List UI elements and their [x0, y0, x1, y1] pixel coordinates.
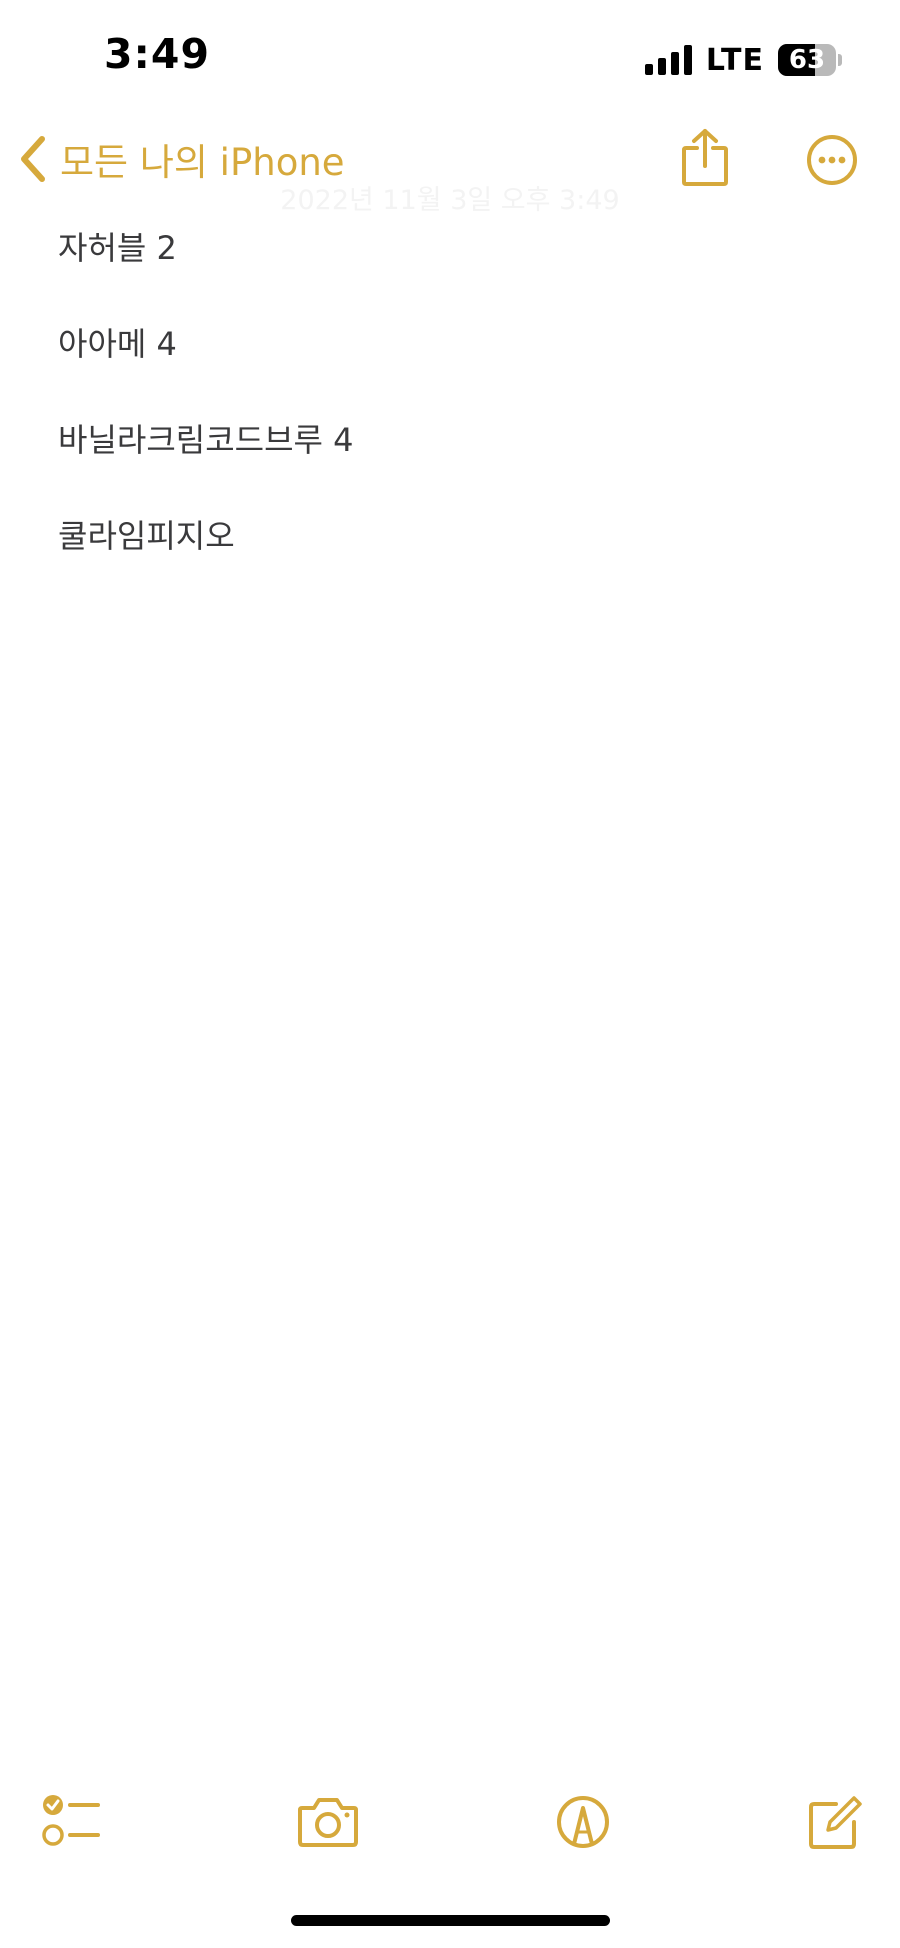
share-icon	[682, 129, 728, 186]
share-button[interactable]	[680, 128, 730, 188]
camera-button[interactable]	[296, 1788, 360, 1852]
note-line[interactable]: 아아메 4	[58, 318, 354, 414]
markup-pen-icon	[557, 1796, 609, 1848]
note-body[interactable]: 자허블 2 아아메 4 바닐라크림코드브루 4 쿨라임피지오	[58, 222, 354, 606]
note-line[interactable]: 바닐라크림코드브루 4	[58, 414, 354, 510]
compose-button[interactable]	[806, 1788, 862, 1852]
note-line[interactable]: 자허블 2	[58, 222, 354, 318]
checklist-icon	[42, 1795, 100, 1846]
battery-nub	[838, 54, 842, 66]
note-date: 2022년 11월 3일 오후 3:49	[280, 185, 620, 216]
battery-icon: 63	[778, 44, 836, 76]
camera-icon	[298, 1798, 358, 1847]
home-indicator[interactable]	[291, 1915, 610, 1926]
ellipsis-circle-icon	[807, 135, 857, 185]
checklist-button[interactable]	[40, 1788, 102, 1852]
notes-screen: 3:49 LTE 63 모든 나의 iPhone 2022년 11월 3일 오후…	[0, 0, 900, 1948]
note-line[interactable]: 쿨라임피지오	[58, 510, 354, 606]
status-time: 3:49	[104, 30, 210, 78]
cellular-signal-icon	[644, 45, 692, 75]
compose-icon	[809, 1796, 862, 1849]
network-type: LTE	[705, 42, 764, 78]
status-right: LTE 63	[644, 40, 842, 80]
markup-button[interactable]	[556, 1788, 610, 1852]
more-button[interactable]	[806, 134, 858, 186]
chevron-left-icon	[21, 136, 45, 182]
battery-percent: 63	[788, 45, 826, 75]
